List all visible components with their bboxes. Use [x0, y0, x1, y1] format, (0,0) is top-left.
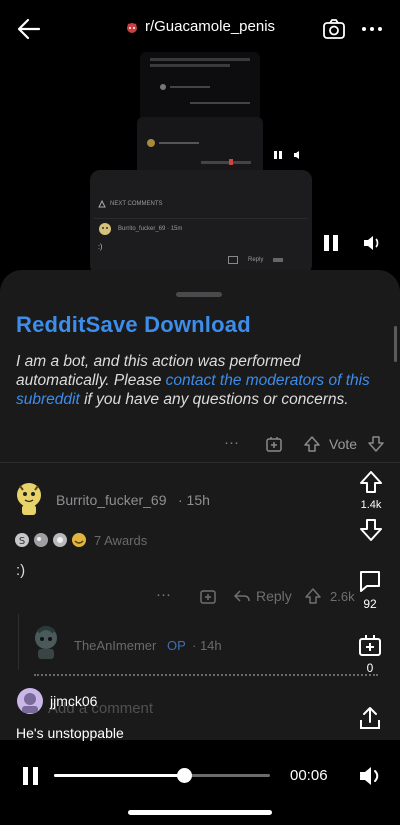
top-bar: r/Guacamole_penis: [0, 0, 400, 58]
more-options-button[interactable]: ···: [224, 434, 239, 451]
side-downvote-button[interactable]: [358, 518, 384, 542]
mid-pause-icon: [322, 234, 342, 252]
nested-frame-2: [137, 117, 299, 177]
award-wholesome-icon: [52, 532, 68, 548]
comment-sheet: RedditSave Download I am a bot, and this…: [0, 270, 400, 740]
awards-count: 7 Awards: [94, 532, 148, 548]
comment-text: :): [16, 562, 26, 579]
more-options-icon[interactable]: [360, 19, 384, 39]
mini-username: Burrito_fucker_69 · 15m: [118, 226, 183, 232]
home-indicator: [128, 810, 272, 815]
avatar: [147, 139, 155, 147]
blurred-text-line: [159, 142, 199, 144]
thread-line: [18, 614, 19, 670]
progress-thumb[interactable]: [176, 768, 192, 783]
bot-comment-actions: ··· Vote: [0, 432, 400, 460]
mini-actions: Reply: [228, 256, 284, 264]
poster-info[interactable]: jjmck06: [16, 687, 97, 715]
scrollbar[interactable]: [394, 326, 397, 362]
bot-comment-text: I am a bot, and this action was performe…: [16, 352, 378, 409]
mini-comment-text: :): [98, 244, 103, 251]
volume-icon[interactable]: [358, 764, 384, 788]
next-comments-label: NEXT COMMENTS: [98, 200, 163, 208]
blurred-text-line: [150, 64, 230, 67]
subreddit-name: r/Guacamole_penis: [144, 18, 276, 35]
award-helpful-icon: [33, 532, 49, 548]
downvote-icon[interactable]: [366, 434, 386, 454]
awards-row[interactable]: S 7 Awards: [14, 532, 147, 548]
award-laugh-icon: [71, 532, 87, 548]
op-badge: OP: [167, 638, 186, 653]
comment-more-button[interactable]: ···: [156, 586, 171, 603]
poster-avatar: [16, 687, 44, 715]
reply-username[interactable]: TheAnImemer: [74, 638, 156, 653]
poster-username: jjmck06: [50, 693, 98, 709]
bot-text-suffix: if you have any questions or concerns.: [79, 391, 349, 408]
comment-award-icon[interactable]: [198, 586, 218, 606]
comment-vote-count: 2.6k: [330, 589, 355, 604]
commenter-avatar[interactable]: [14, 480, 44, 516]
camera-icon[interactable]: [322, 17, 346, 41]
progress-fill: [54, 774, 184, 777]
upvote-icon[interactable]: [302, 434, 322, 454]
comment-upvote-icon[interactable]: [304, 586, 322, 606]
subreddit-icon: [125, 20, 139, 34]
side-comments-count: 92: [363, 597, 377, 611]
pause-icon[interactable]: [20, 765, 42, 787]
divider: [0, 462, 400, 463]
share-icon[interactable]: [357, 705, 383, 731]
video-time: 00:06: [290, 767, 328, 784]
blurred-text-line: [150, 58, 250, 61]
nested-frame-3: NEXT COMMENTS Burrito_fucker_69 · 15m :)…: [90, 170, 379, 275]
nested-frame-1: [140, 52, 260, 122]
loading-dots: [34, 674, 378, 676]
reply-button[interactable]: Reply: [234, 588, 292, 604]
side-award-button[interactable]: [357, 632, 383, 658]
reply-avatar[interactable]: [30, 624, 62, 660]
blurred-text-line: [201, 161, 251, 164]
nested-volume-icon: [293, 150, 303, 160]
comment-time: · 15h: [178, 492, 210, 508]
reply-time: · 14h: [192, 638, 222, 653]
blurred-text-line: [170, 86, 210, 88]
nested-pause-icon: [273, 150, 285, 160]
side-comments-button[interactable]: [357, 568, 383, 594]
video-progress-bar[interactable]: [54, 768, 270, 783]
avatar: [160, 84, 166, 90]
drag-handle[interactable]: [176, 292, 222, 297]
vote-label: Vote: [329, 436, 358, 452]
post-caption: He's unstoppable: [16, 725, 124, 741]
side-award-count: 0: [366, 661, 374, 675]
reply-label: Reply: [256, 588, 292, 604]
blurred-text-line: [190, 102, 250, 104]
svg-text:S: S: [19, 536, 25, 547]
blurred-icon: [229, 159, 233, 165]
bot-comment-title: RedditSave Download: [16, 312, 251, 337]
award-silver-icon: S: [14, 532, 30, 548]
award-icon[interactable]: [264, 434, 284, 454]
side-upvote-count: 1.4k: [360, 499, 382, 511]
commenter-username[interactable]: Burrito_fucker_69: [56, 492, 167, 508]
mid-volume-icon: [362, 234, 382, 252]
side-upvote-button[interactable]: [358, 470, 384, 494]
divider: [94, 218, 308, 219]
mini-avatar: [98, 222, 112, 236]
